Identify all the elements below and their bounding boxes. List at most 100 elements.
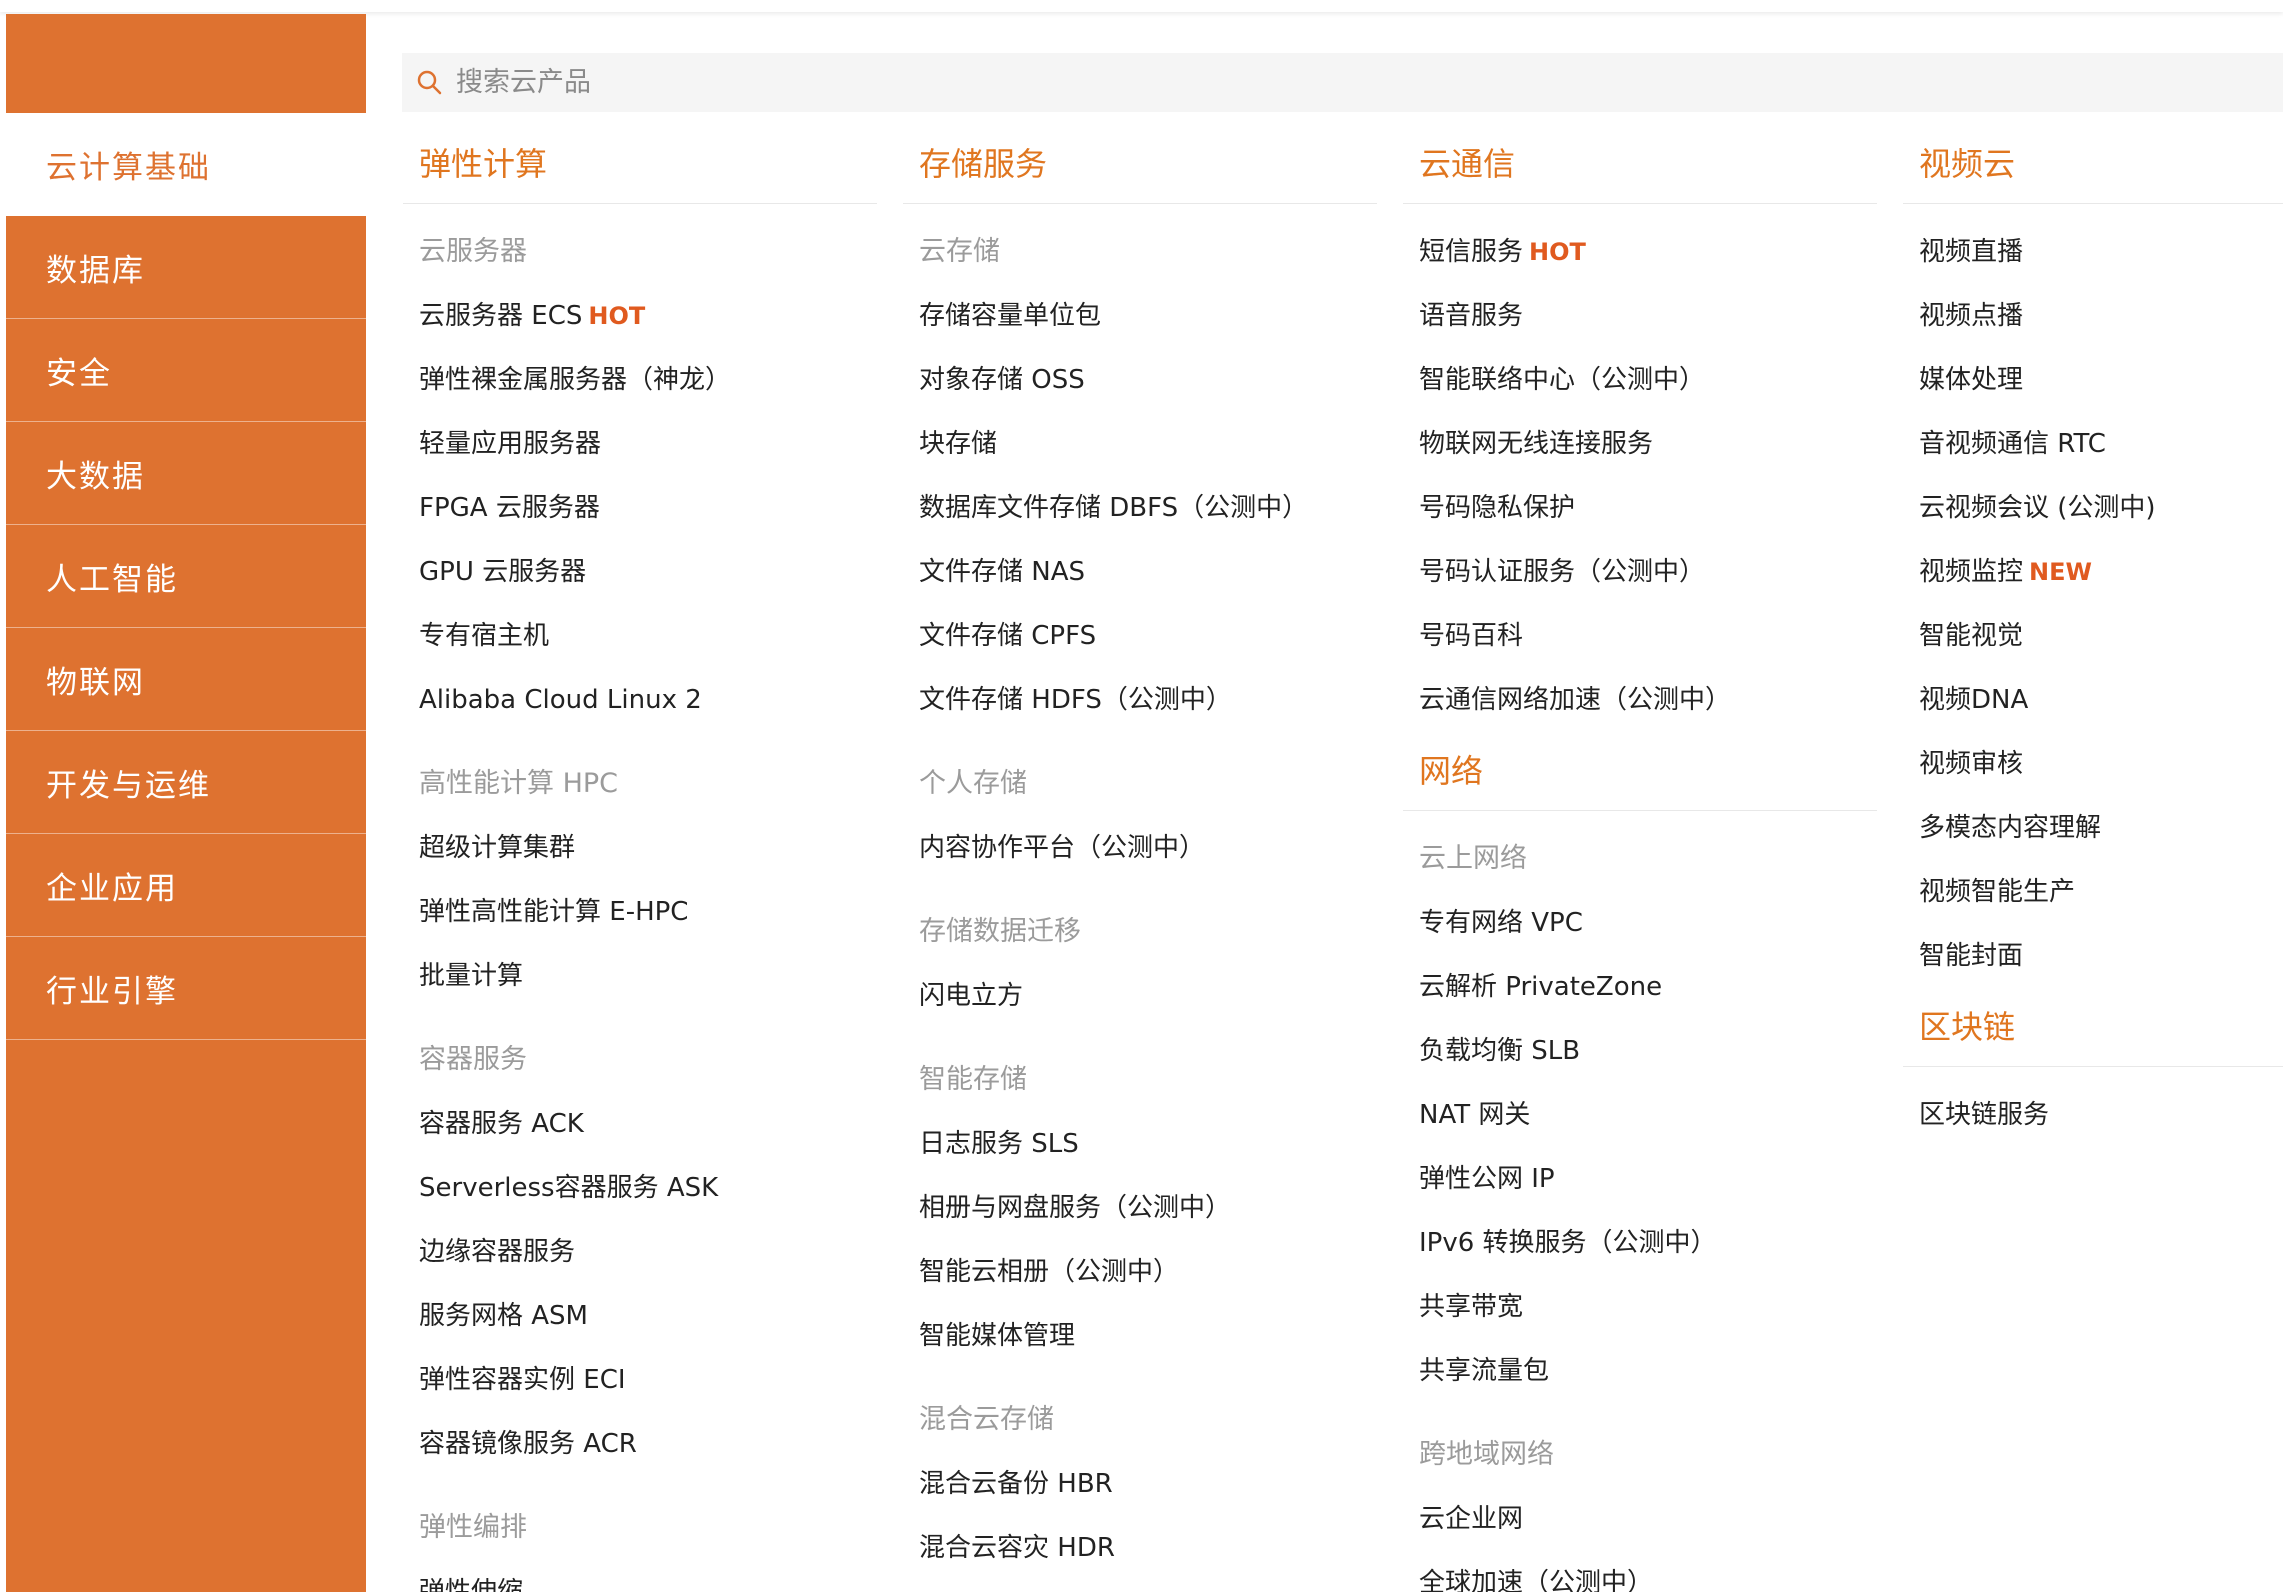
- product-link[interactable]: 闪电立方: [903, 964, 1377, 1028]
- product-link[interactable]: 负载均衡 SLB: [1403, 1019, 1877, 1083]
- product-link[interactable]: 文件存储 HDFS（公测中）: [903, 668, 1377, 732]
- sidebar-item-database[interactable]: 数据库: [6, 216, 366, 319]
- search-input[interactable]: [454, 66, 2158, 99]
- product-link[interactable]: 弹性容器实例 ECI: [403, 1348, 877, 1412]
- product-link[interactable]: 视频直播: [1903, 220, 2283, 284]
- product-link[interactable]: 智能媒体管理: [903, 1304, 1377, 1368]
- column-storage: 存储服务 云存储 存储容量单位包 对象存储 OSS 块存储 数据库文件存储 DB…: [903, 125, 1377, 1580]
- product-link[interactable]: Alibaba Cloud Linux 2: [403, 668, 877, 732]
- product-link[interactable]: 内容协作平台（公测中）: [903, 816, 1377, 880]
- product-link[interactable]: 轻量应用服务器: [403, 412, 877, 476]
- product-link[interactable]: GPU 云服务器: [403, 540, 877, 604]
- product-link[interactable]: 边缘容器服务: [403, 1220, 877, 1284]
- sidebar-item-label: 开发与运维: [46, 767, 211, 804]
- product-link[interactable]: 共享流量包: [1403, 1339, 1877, 1403]
- column-cloud-communication: 云通信 短信服务 HOT 语音服务 智能联络中心（公测中） 物联网无线连接服务 号…: [1403, 125, 1877, 1592]
- product-link[interactable]: 物联网无线连接服务: [1403, 412, 1877, 476]
- product-link[interactable]: NAT 网关: [1403, 1083, 1877, 1147]
- sidebar-item-iot[interactable]: 物联网: [6, 628, 366, 731]
- sidebar-item-security[interactable]: 安全: [6, 319, 366, 422]
- product-link[interactable]: 智能封面: [1903, 924, 2283, 988]
- product-link[interactable]: 视频点播: [1903, 284, 2283, 348]
- search-icon[interactable]: [416, 69, 444, 97]
- product-link[interactable]: 短信服务 HOT: [1403, 220, 1877, 284]
- hot-badge: HOT: [588, 302, 646, 330]
- group-title: 智能存储: [919, 1064, 1027, 1095]
- group-title: 存储数据迁移: [919, 916, 1081, 947]
- sidebar-header: [6, 14, 366, 113]
- sidebar-item-devops[interactable]: 开发与运维: [6, 731, 366, 834]
- sidebar-item-label: 云计算基础: [46, 150, 211, 186]
- product-link[interactable]: 智能云相册（公测中）: [903, 1240, 1377, 1304]
- product-link[interactable]: 混合云备份 HBR: [903, 1452, 1377, 1516]
- product-link[interactable]: 容器镜像服务 ACR: [403, 1412, 877, 1476]
- product-link[interactable]: 号码认证服务（公测中）: [1403, 540, 1877, 604]
- product-link[interactable]: 云通信网络加速（公测中）: [1403, 668, 1877, 732]
- product-link[interactable]: 号码隐私保护: [1403, 476, 1877, 540]
- product-link[interactable]: 弹性高性能计算 E-HPC: [403, 880, 877, 944]
- section-title: 云通信: [1403, 125, 1877, 204]
- product-label: 短信服务: [1419, 237, 1524, 267]
- section-title: 弹性计算: [403, 125, 877, 204]
- product-link[interactable]: 容器服务 ACK: [403, 1092, 877, 1156]
- sidebar-item-label: 数据库: [46, 252, 145, 289]
- group-title: 云服务器: [419, 236, 527, 267]
- sidebar-item-label: 安全: [46, 355, 112, 392]
- product-link[interactable]: 日志服务 SLS: [903, 1112, 1377, 1176]
- product-link[interactable]: 云视频会议 (公测中): [1903, 476, 2283, 540]
- sidebar-item-cloud-computing[interactable]: 云计算基础: [6, 113, 366, 216]
- product-link[interactable]: 数据库文件存储 DBFS（公测中）: [903, 476, 1377, 540]
- product-link[interactable]: 云服务器 ECS HOT: [403, 284, 877, 348]
- product-link[interactable]: 文件存储 CPFS: [903, 604, 1377, 668]
- search-bar: [402, 53, 2283, 112]
- product-link[interactable]: 专有宿主机: [403, 604, 877, 668]
- product-link[interactable]: 云企业网: [1403, 1487, 1877, 1551]
- section-title: 存储服务: [903, 125, 1377, 204]
- product-link[interactable]: 视频审核: [1903, 732, 2283, 796]
- product-link[interactable]: 专有网络 VPC: [1403, 891, 1877, 955]
- product-menu-page: 云计算基础 数据库 安全 大数据 人工智能 物联网 开发与运维 企业应用 行业引…: [0, 0, 2283, 1592]
- product-link[interactable]: 共享带宽: [1403, 1275, 1877, 1339]
- product-link[interactable]: 全球加速（公测中）: [1403, 1551, 1877, 1592]
- product-link[interactable]: 批量计算: [403, 944, 877, 1008]
- product-link[interactable]: 智能视觉: [1903, 604, 2283, 668]
- product-label: 云服务器 ECS: [419, 301, 583, 331]
- group-title: 高性能计算 HPC: [419, 768, 619, 799]
- product-link[interactable]: 服务网格 ASM: [403, 1284, 877, 1348]
- product-link[interactable]: 视频监控 NEW: [1903, 540, 2283, 604]
- product-link[interactable]: 语音服务: [1403, 284, 1877, 348]
- product-link[interactable]: 对象存储 OSS: [903, 348, 1377, 412]
- product-link[interactable]: 智能联络中心（公测中）: [1403, 348, 1877, 412]
- product-link[interactable]: 混合云容灾 HDR: [903, 1516, 1377, 1580]
- product-link[interactable]: 视频智能生产: [1903, 860, 2283, 924]
- product-link[interactable]: 文件存储 NAS: [903, 540, 1377, 604]
- product-link[interactable]: IPv6 转换服务（公测中）: [1403, 1211, 1877, 1275]
- product-link[interactable]: 相册与网盘服务（公测中）: [903, 1176, 1377, 1240]
- group-title: 个人存储: [919, 768, 1027, 799]
- product-link[interactable]: 媒体处理: [1903, 348, 2283, 412]
- sidebar-item-enterprise[interactable]: 企业应用: [6, 834, 366, 937]
- sidebar-item-big-data[interactable]: 大数据: [6, 422, 366, 525]
- column-elastic-computing: 弹性计算 云服务器 云服务器 ECS HOT 弹性裸金属服务器（神龙） 轻量应用服…: [403, 125, 877, 1592]
- top-bar: [0, 0, 2283, 12]
- product-link[interactable]: 视频DNA: [1903, 668, 2283, 732]
- sidebar-item-ai[interactable]: 人工智能: [6, 525, 366, 628]
- group-title: 容器服务: [419, 1044, 527, 1075]
- product-link[interactable]: 存储容量单位包: [903, 284, 1377, 348]
- product-link[interactable]: 弹性伸缩: [403, 1560, 877, 1592]
- product-link[interactable]: 块存储: [903, 412, 1377, 476]
- section-title: 网络: [1403, 732, 1877, 811]
- product-link[interactable]: 超级计算集群: [403, 816, 877, 880]
- product-link[interactable]: 音视频通信 RTC: [1903, 412, 2283, 476]
- product-link[interactable]: 弹性公网 IP: [1403, 1147, 1877, 1211]
- product-link[interactable]: 区块链服务: [1903, 1083, 2283, 1147]
- product-link[interactable]: FPGA 云服务器: [403, 476, 877, 540]
- sidebar-item-label: 人工智能: [46, 561, 178, 598]
- sidebar-item-industry[interactable]: 行业引擎: [6, 937, 366, 1040]
- product-link[interactable]: Serverless容器服务 ASK: [403, 1156, 877, 1220]
- product-link[interactable]: 弹性裸金属服务器（神龙）: [403, 348, 877, 412]
- product-link[interactable]: 号码百科: [1403, 604, 1877, 668]
- product-link[interactable]: 云解析 PrivateZone: [1403, 955, 1877, 1019]
- column-video-cloud: 视频云 视频直播 视频点播 媒体处理 音视频通信 RTC 云视频会议 (公测中)…: [1903, 125, 2283, 1147]
- product-link[interactable]: 多模态内容理解: [1903, 796, 2283, 860]
